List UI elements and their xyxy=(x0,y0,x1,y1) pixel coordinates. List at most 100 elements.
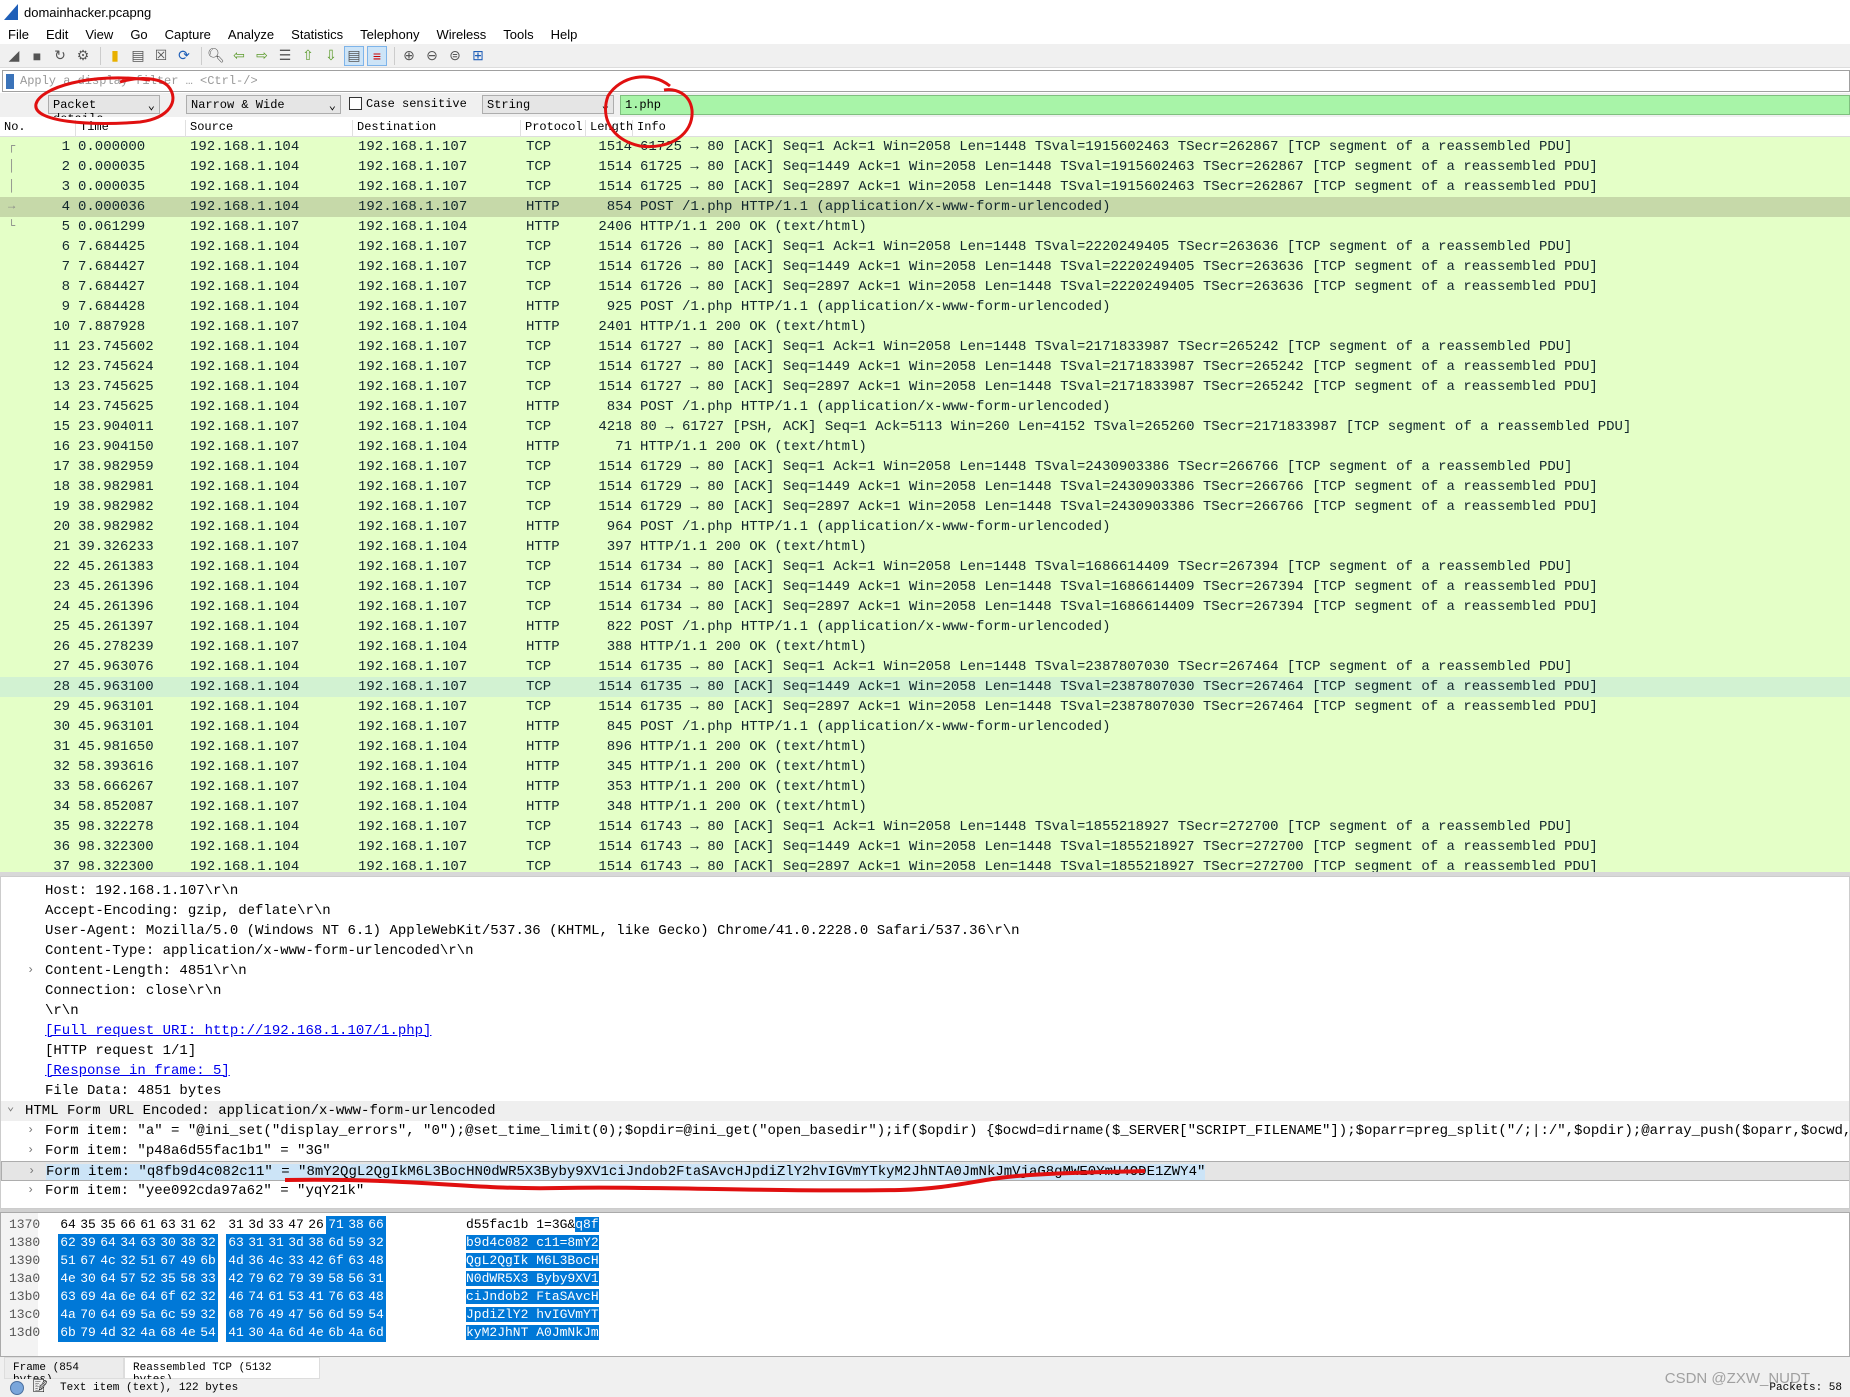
expert-info-icon[interactable] xyxy=(10,1381,24,1395)
open-file-icon[interactable]: ▮ xyxy=(105,46,125,66)
hex-byte[interactable]: 57 xyxy=(118,1270,138,1288)
packet-row[interactable]: → 4 0.000036 192.168.1.104 192.168.1.107 HTTP… xyxy=(0,197,1850,217)
hex-ascii[interactable]: d55fac1b 1=3G&q8f xyxy=(466,1216,599,1234)
tree-link[interactable]: [Response in frame: 5] xyxy=(45,1063,230,1079)
packet-row[interactable]: 19 38.982982 192.168.1.104 192.168.1.107 TCP… xyxy=(0,497,1850,517)
hex-byte[interactable]: 31 xyxy=(266,1234,286,1252)
charset-select[interactable]: Narrow & Wide ⌄ xyxy=(186,95,341,114)
hex-byte[interactable]: 41 xyxy=(226,1324,246,1342)
hex-ascii[interactable]: QgL2QgIk M6L3BocH xyxy=(466,1252,599,1270)
packet-row[interactable]: 11 23.745602 192.168.1.104 192.168.1.107 TCP… xyxy=(0,337,1850,357)
hex-byte[interactable]: 68 xyxy=(226,1306,246,1324)
hex-byte[interactable]: 63 xyxy=(346,1288,366,1306)
hex-byte[interactable]: 39 xyxy=(78,1234,98,1252)
tree-group[interactable]: ⌄ HTML Form URL Encoded: application/x-ww… xyxy=(1,1100,1849,1121)
chevron-right-icon[interactable]: › xyxy=(27,1123,34,1137)
packet-row[interactable]: 18 38.982981 192.168.1.104 192.168.1.107 TCP… xyxy=(0,477,1850,497)
hex-byte[interactable]: 67 xyxy=(78,1252,98,1270)
hex-byte[interactable]: 4a xyxy=(58,1306,78,1324)
hex-byte[interactable]: 71 xyxy=(326,1216,346,1234)
packet-bytes[interactable]: 1370 64 35 35 66 61 63 31 62 31 3d 33 47 26 71 38 66 d55f… xyxy=(0,1212,1850,1357)
hex-byte[interactable]: 56 xyxy=(306,1306,326,1324)
restart-icon[interactable]: ↻ xyxy=(50,46,70,66)
packet-row[interactable]: ┌ 1 0.000000 192.168.1.104 192.168.1.107 TCP 1… xyxy=(0,137,1850,157)
hex-byte[interactable]: 31 xyxy=(226,1216,246,1234)
column-source[interactable]: Source xyxy=(185,120,233,137)
hex-byte[interactable]: 6d xyxy=(326,1306,346,1324)
hex-byte[interactable]: 6f xyxy=(158,1288,178,1306)
packet-row[interactable]: 14 23.745625 192.168.1.104 192.168.1.107 HTT… xyxy=(0,397,1850,417)
hex-byte[interactable]: 48 xyxy=(366,1252,386,1270)
hex-byte[interactable]: 33 xyxy=(266,1216,286,1234)
go-forward-icon[interactable]: ⇨ xyxy=(252,46,272,66)
packet-row[interactable]: └ 5 0.061299 192.168.1.107 192.168.1.104 HTTP… xyxy=(0,217,1850,237)
menu-view[interactable]: View xyxy=(85,27,113,42)
stop-icon[interactable]: ■ xyxy=(27,46,47,66)
packet-row[interactable]: 29 45.963101 192.168.1.104 192.168.1.107 TCP… xyxy=(0,697,1850,717)
hex-byte[interactable]: 4a xyxy=(138,1324,158,1342)
hex-byte[interactable]: 35 xyxy=(158,1270,178,1288)
edit-comment-icon[interactable]: 📝︎ xyxy=(32,1379,49,1394)
hex-byte[interactable]: 62 xyxy=(266,1270,286,1288)
hex-byte[interactable]: 51 xyxy=(58,1252,78,1270)
hex-byte[interactable]: 54 xyxy=(366,1306,386,1324)
tree-item[interactable]: › Form item: "q8fb9d4c082c11" = "8mY2QgL2… xyxy=(1,1161,1849,1181)
hex-byte[interactable]: 30 xyxy=(78,1270,98,1288)
chevron-right-icon[interactable]: › xyxy=(27,1183,34,1197)
search-type-select[interactable]: String ⌄ xyxy=(482,95,614,114)
hex-byte[interactable]: 4e xyxy=(58,1270,78,1288)
hex-byte[interactable]: 30 xyxy=(158,1234,178,1252)
hex-byte[interactable]: 6e xyxy=(118,1288,138,1306)
menu-file[interactable]: File xyxy=(8,27,29,42)
menu-go[interactable]: Go xyxy=(130,27,147,42)
hex-byte[interactable]: 53 xyxy=(286,1288,306,1306)
packet-row[interactable]: 13 23.745625 192.168.1.104 192.168.1.107 TCP… xyxy=(0,377,1850,397)
case-sensitive-checkbox[interactable] xyxy=(349,97,362,110)
hex-byte[interactable]: 64 xyxy=(98,1306,118,1324)
hex-byte[interactable]: 33 xyxy=(286,1252,306,1270)
hex-byte[interactable]: 38 xyxy=(346,1216,366,1234)
hex-byte[interactable]: 68 xyxy=(158,1324,178,1342)
hex-byte[interactable]: 79 xyxy=(78,1324,98,1342)
hex-byte[interactable]: 61 xyxy=(266,1288,286,1306)
hex-byte[interactable]: 6d xyxy=(326,1234,346,1252)
packet-row[interactable]: 32 58.393616 192.168.1.107 192.168.1.104 HTT… xyxy=(0,757,1850,777)
chevron-right-icon[interactable]: › xyxy=(28,1164,35,1178)
autoscroll-icon[interactable]: ▤ xyxy=(344,45,364,66)
hex-byte[interactable]: 63 xyxy=(346,1252,366,1270)
hex-byte[interactable]: 26 xyxy=(306,1216,326,1234)
column-time[interactable]: Time xyxy=(75,120,109,137)
chevron-right-icon[interactable]: › xyxy=(27,963,34,977)
go-last-icon[interactable]: ⇩ xyxy=(321,46,341,66)
hex-byte[interactable]: 49 xyxy=(266,1306,286,1324)
hex-byte[interactable]: 6d xyxy=(366,1324,386,1342)
packet-row[interactable]: 34 58.852087 192.168.1.107 192.168.1.104 HTT… xyxy=(0,797,1850,817)
packet-row[interactable]: 22 45.261383 192.168.1.104 192.168.1.107 TCP… xyxy=(0,557,1850,577)
tree-item[interactable]: › Form item: "yee092cda97a62" = "yqY21k" xyxy=(1,1181,1849,1201)
menu-help[interactable]: Help xyxy=(551,27,578,42)
packet-row[interactable]: 27 45.963076 192.168.1.104 192.168.1.107 TCP… xyxy=(0,657,1850,677)
hex-byte[interactable]: 3d xyxy=(286,1234,306,1252)
hex-byte[interactable]: 79 xyxy=(246,1270,266,1288)
hex-byte[interactable]: 34 xyxy=(118,1234,138,1252)
menu-telephony[interactable]: Telephony xyxy=(360,27,419,42)
search-in-select[interactable]: Packet details ⌄ xyxy=(48,95,160,126)
capture-options-icon[interactable]: ⚙ xyxy=(73,46,93,66)
packet-row[interactable]: 7 7.684427 192.168.1.104 192.168.1.107 TCP 15… xyxy=(0,257,1850,277)
hex-byte[interactable]: 47 xyxy=(286,1216,306,1234)
hex-byte[interactable]: 59 xyxy=(346,1306,366,1324)
hex-byte[interactable]: 6b xyxy=(326,1324,346,1342)
hex-byte[interactable]: 79 xyxy=(286,1270,306,1288)
hex-byte[interactable]: 32 xyxy=(366,1234,386,1252)
hex-byte[interactable]: 54 xyxy=(198,1324,218,1342)
tab-frame[interactable]: Frame (854 bytes) xyxy=(4,1357,124,1386)
chevron-right-icon[interactable]: › xyxy=(27,1143,34,1157)
hex-byte[interactable]: 69 xyxy=(118,1306,138,1324)
packet-row[interactable]: 30 45.963101 192.168.1.104 192.168.1.107 HTT… xyxy=(0,717,1850,737)
menu-capture[interactable]: Capture xyxy=(165,27,211,42)
hex-ascii[interactable]: ciJndob2 FtaSAvcH xyxy=(466,1288,599,1306)
hex-ascii[interactable]: N0dWR5X3 Byby9XV1 xyxy=(466,1270,599,1288)
packet-row[interactable]: 35 98.322278 192.168.1.104 192.168.1.107 TCP… xyxy=(0,817,1850,837)
packet-row[interactable]: 28 45.963100 192.168.1.104 192.168.1.107 TCP… xyxy=(0,677,1850,697)
hex-byte[interactable]: 42 xyxy=(226,1270,246,1288)
